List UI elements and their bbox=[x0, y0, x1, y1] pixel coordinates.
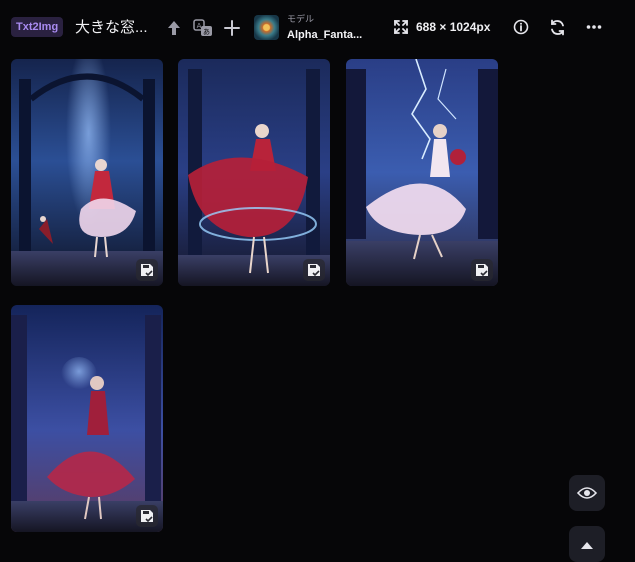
save-check-icon[interactable] bbox=[471, 259, 493, 281]
model-caption: モデル bbox=[287, 14, 315, 24]
model-thumbnail[interactable] bbox=[254, 15, 279, 40]
svg-text:あ: あ bbox=[203, 28, 210, 36]
generated-image-3[interactable] bbox=[346, 59, 498, 286]
save-check-icon[interactable] bbox=[303, 259, 325, 281]
info-icon[interactable] bbox=[512, 18, 530, 36]
plus-icon[interactable] bbox=[222, 18, 242, 38]
model-name[interactable]: Alpha_Fanta... bbox=[287, 29, 362, 41]
mode-badge[interactable]: Txt2Img bbox=[11, 17, 64, 37]
generated-image-4[interactable] bbox=[11, 305, 163, 532]
refresh-icon[interactable] bbox=[548, 18, 566, 36]
save-check-icon[interactable] bbox=[136, 505, 158, 527]
image-dimensions: 688 × 1024px bbox=[416, 20, 491, 34]
save-check-icon[interactable] bbox=[136, 259, 158, 281]
more-horizontal-icon[interactable] bbox=[585, 20, 603, 34]
chevron-up-icon[interactable] bbox=[569, 526, 605, 562]
svg-text:A: A bbox=[197, 22, 202, 30]
generated-image-1[interactable] bbox=[11, 59, 163, 286]
top-bar: Txt2Img 大きな窓... A あ モデル Alpha_Fanta... 6… bbox=[0, 0, 635, 56]
expand-icon[interactable] bbox=[393, 19, 409, 35]
arrow-up-icon[interactable] bbox=[166, 19, 182, 37]
generated-image-2[interactable] bbox=[178, 59, 330, 286]
eye-icon[interactable] bbox=[569, 475, 605, 511]
translate-icon[interactable]: A あ bbox=[192, 18, 214, 38]
prompt-title[interactable]: 大きな窓... bbox=[75, 16, 148, 37]
